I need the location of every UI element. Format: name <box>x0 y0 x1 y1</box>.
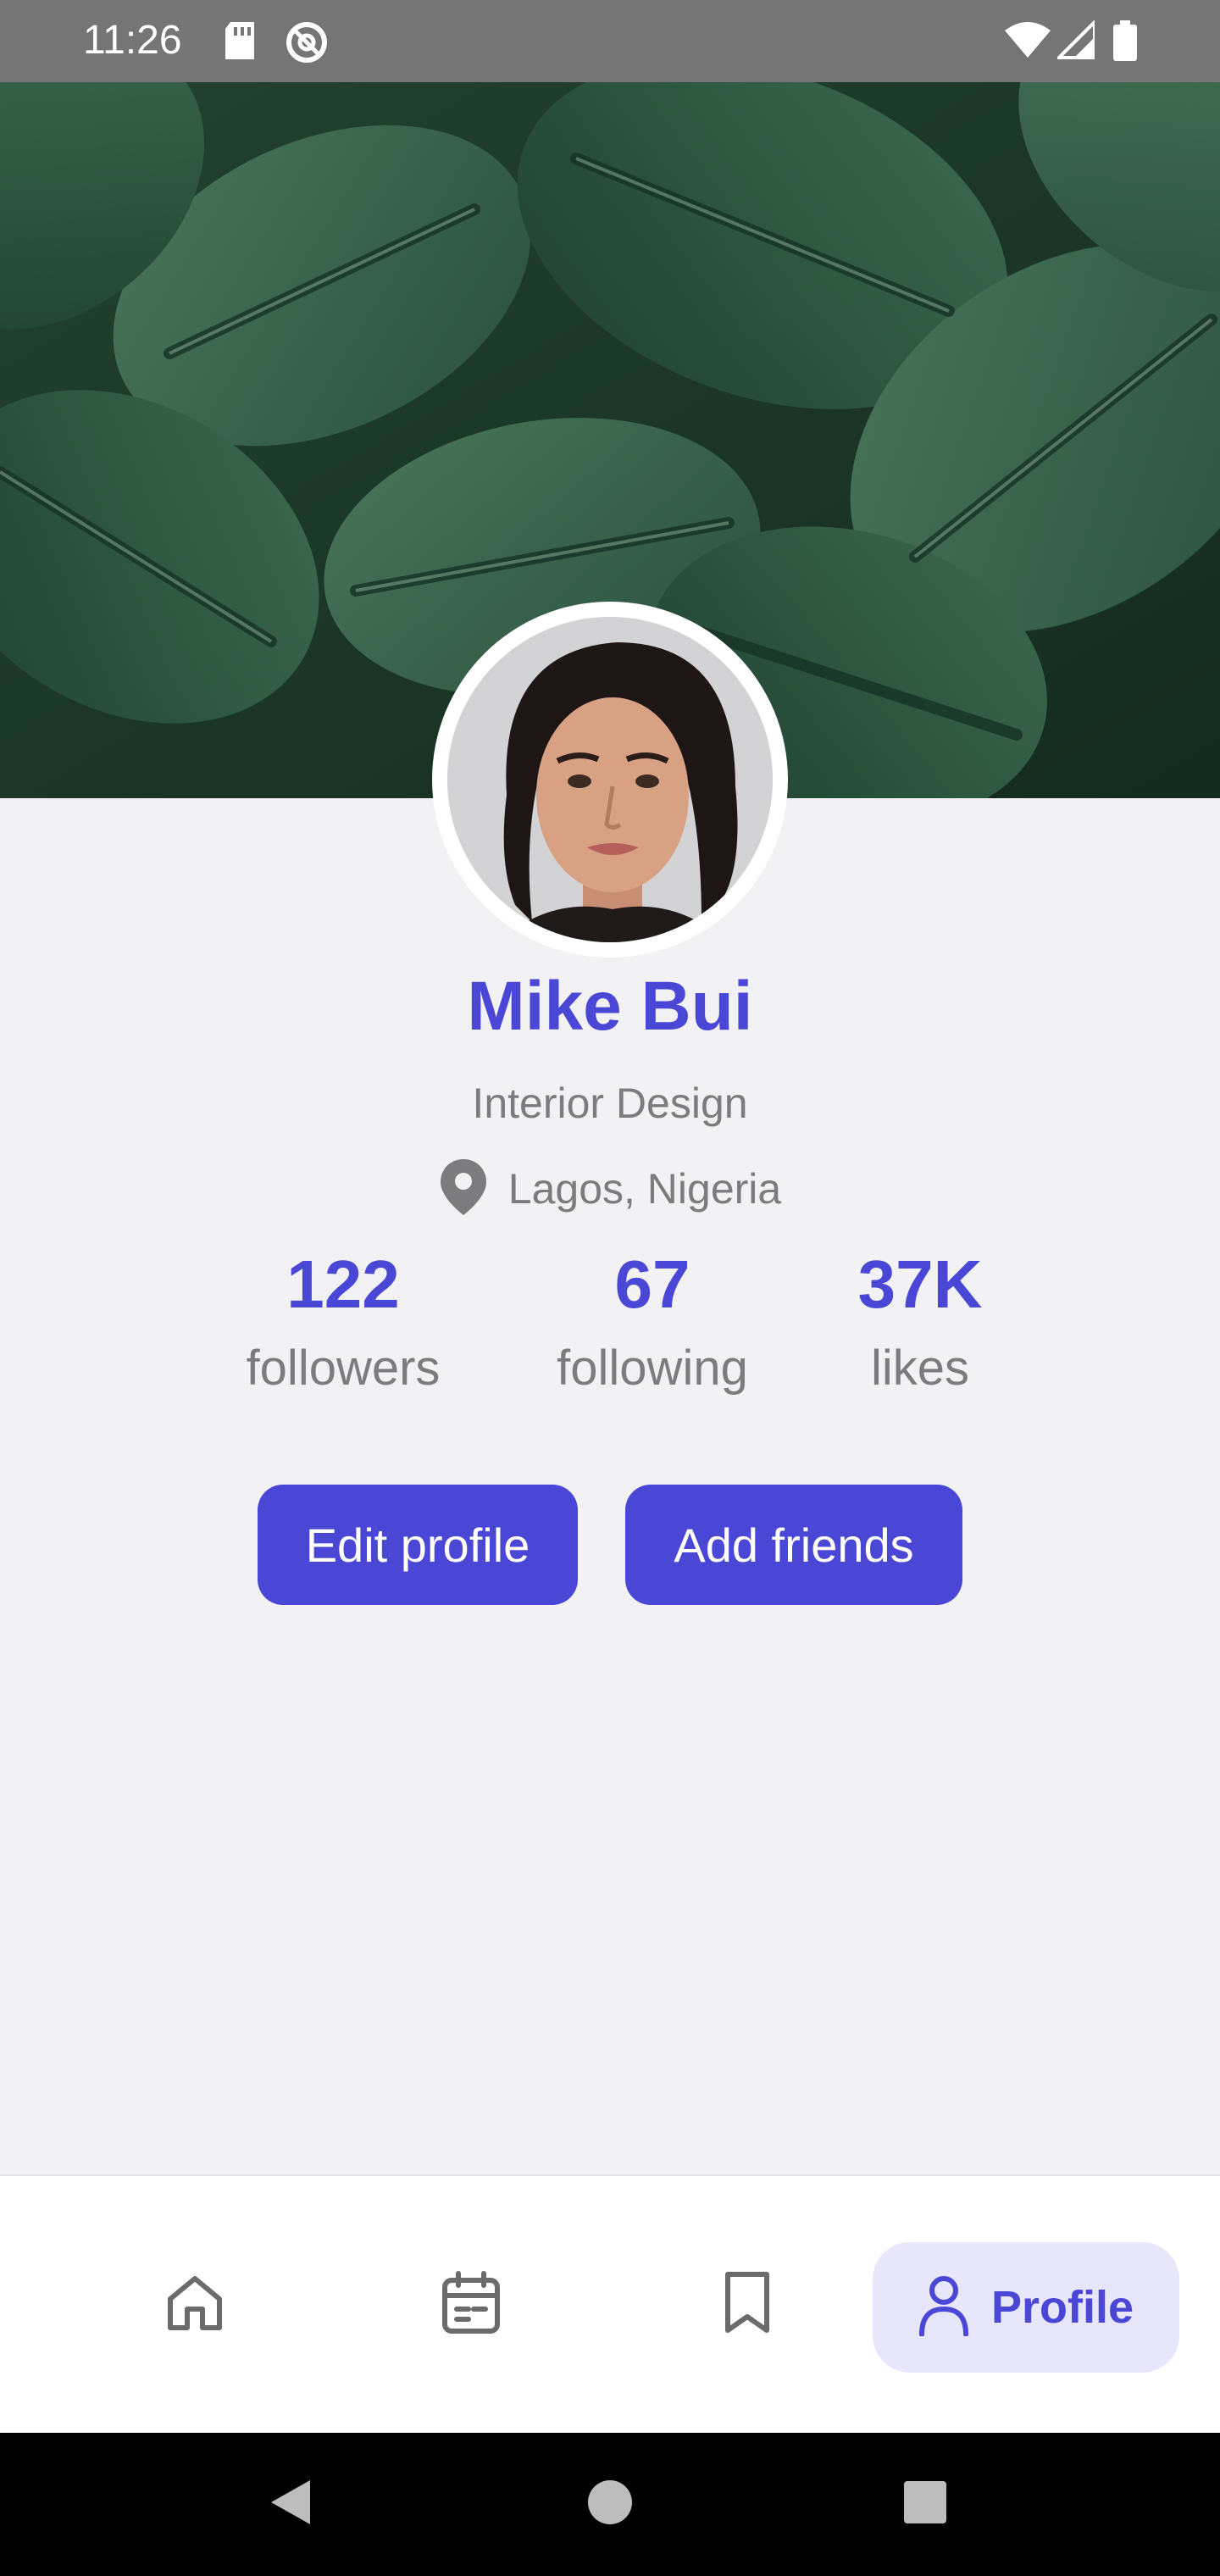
stat-value: 37K <box>857 1246 983 1322</box>
nav-item-calendar[interactable] <box>403 2176 539 2434</box>
edit-profile-button[interactable]: Edit profile <box>258 1485 578 1605</box>
avatar[interactable] <box>432 602 788 958</box>
avatar-photo <box>447 617 773 942</box>
add-friends-button[interactable]: Add friends <box>625 1485 962 1605</box>
nav-item-profile[interactable]: Profile <box>873 2242 1179 2373</box>
calendar-icon <box>440 2270 502 2340</box>
system-home-button[interactable] <box>542 2433 678 2576</box>
nav-item-bookmarks[interactable] <box>679 2176 815 2434</box>
profile-name: Mike Bui <box>467 968 753 1045</box>
stat-value: 67 <box>614 1246 690 1322</box>
person-icon <box>918 2275 969 2340</box>
stat-label: following <box>557 1341 748 1396</box>
back-triangle-icon <box>266 2477 313 2532</box>
home-circle-icon <box>586 2479 634 2530</box>
stat-following[interactable]: 67 following <box>525 1244 779 1398</box>
stat-label: likes <box>870 1341 970 1396</box>
battery-icon <box>1113 20 1137 65</box>
bottom-nav: Profile <box>0 2174 1220 2433</box>
sd-card-icon <box>222 20 258 65</box>
status-time: 11:26 <box>83 18 182 63</box>
recents-square-icon <box>902 2479 948 2529</box>
nav-profile-label: Profile <box>990 2282 1134 2333</box>
system-nav-bar <box>0 2433 1220 2576</box>
stat-likes[interactable]: 37K likes <box>793 1244 1047 1398</box>
nav-item-home[interactable] <box>127 2176 263 2434</box>
profile-location: Lagos, Nigeria <box>0 1158 1220 1221</box>
wifi-icon <box>1005 20 1051 64</box>
bookmark-icon <box>721 2271 774 2340</box>
system-back-button[interactable] <box>222 2433 358 2576</box>
status-bar: 11:26 <box>0 0 1220 82</box>
signal-icon <box>1055 18 1096 64</box>
stat-label: followers <box>246 1341 441 1396</box>
system-recents-button[interactable] <box>857 2433 993 2576</box>
home-icon <box>164 2272 226 2339</box>
location-text: Lagos, Nigeria <box>507 1165 782 1213</box>
stat-followers[interactable]: 122 followers <box>216 1244 470 1398</box>
stat-value: 122 <box>286 1246 400 1322</box>
profile-role: Interior Design <box>472 1080 748 1127</box>
location-pin-icon <box>439 1158 488 1221</box>
no-disturb-icon <box>285 20 329 69</box>
